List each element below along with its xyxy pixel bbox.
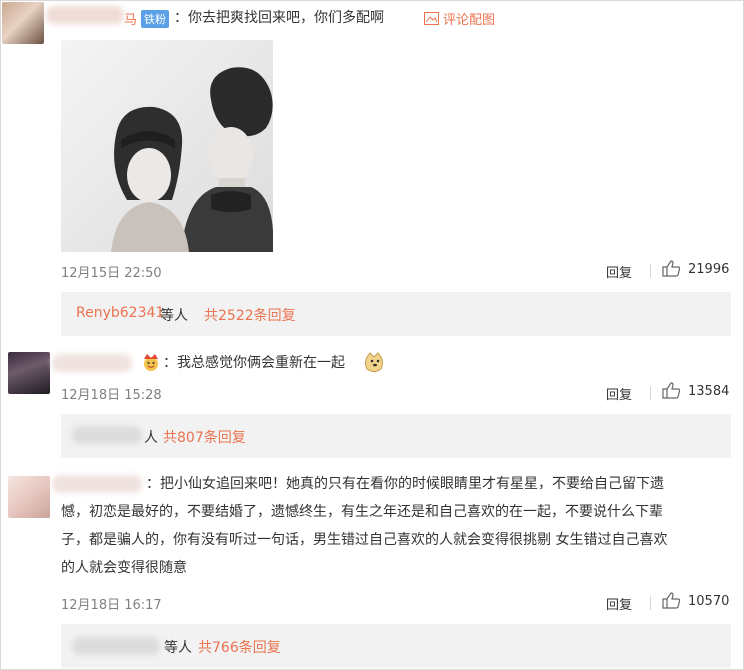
- timestamp: 12月15日 22:50: [61, 266, 162, 281]
- image-icon[interactable]: [424, 10, 439, 29]
- blurred-username: [52, 354, 132, 372]
- comment-text-line: 子，都是骗人的，你有没有听过一句话，男生错过自己喜欢的人就会变得很挑剔 女生错过…: [61, 532, 668, 548]
- reply-thread-summary[interactable]: [61, 414, 731, 458]
- reply-thread-count[interactable]: 共766条回复: [198, 637, 281, 657]
- comment-photo[interactable]: [61, 40, 273, 252]
- reply-thread-count[interactable]: 共807条回复: [163, 427, 246, 447]
- timestamp: 12月18日 16:17: [61, 598, 162, 613]
- crown-emoji-icon: [140, 352, 162, 376]
- like-count: 10570: [688, 594, 730, 609]
- username-suffix[interactable]: 马: [124, 9, 137, 28]
- reply-thread-middle: 等人: [160, 308, 188, 324]
- comment-image-link[interactable]: 评论配图: [443, 9, 495, 28]
- like-count: 13584: [688, 384, 730, 399]
- divider: [650, 386, 651, 400]
- avatar[interactable]: [8, 352, 50, 394]
- blurred-username: [72, 426, 142, 444]
- blurred-username: [46, 6, 124, 24]
- like-icon[interactable]: [662, 592, 681, 613]
- comment-text-line: 憾，初恋是最好的，不要结婚了，遗憾终生，有生之年还是和自己喜欢的在一起，不要说什…: [61, 504, 663, 520]
- blurred-username: [52, 475, 142, 493]
- blurred-username: [72, 637, 160, 655]
- comment-text: ：你去把爽找回来吧，你们多配啊: [174, 10, 384, 26]
- comment-text: ：我总感觉你俩会重新在一起: [163, 355, 345, 371]
- avatar[interactable]: [2, 2, 44, 44]
- reply-thread-count[interactable]: 共2522条回复: [204, 305, 296, 325]
- reply-thread-user[interactable]: Renyb62341: [76, 305, 164, 321]
- like-icon[interactable]: [662, 382, 681, 403]
- avatar[interactable]: [8, 476, 50, 518]
- reply-thread-middle: 人: [144, 430, 158, 446]
- timestamp: 12月18日 15:28: [61, 388, 162, 403]
- divider: [650, 596, 651, 610]
- comment-text-line: ：把小仙女追回来吧！她真的只有在看你的时候眼睛里才有星星，不要给自己留下遗: [146, 476, 664, 492]
- reply-button[interactable]: 回复: [606, 384, 632, 403]
- like-count: 21996: [688, 262, 730, 277]
- doge-emoji-icon: [364, 351, 386, 377]
- divider: [650, 264, 651, 278]
- comment-text-line: 的人就会变得很随意: [61, 560, 187, 576]
- fan-badge[interactable]: 铁粉: [141, 10, 169, 28]
- like-icon[interactable]: [662, 260, 681, 281]
- reply-thread-summary[interactable]: [61, 624, 731, 668]
- reply-button[interactable]: 回复: [606, 594, 632, 613]
- reply-button[interactable]: 回复: [606, 262, 632, 281]
- reply-thread-middle: 等人: [164, 640, 192, 656]
